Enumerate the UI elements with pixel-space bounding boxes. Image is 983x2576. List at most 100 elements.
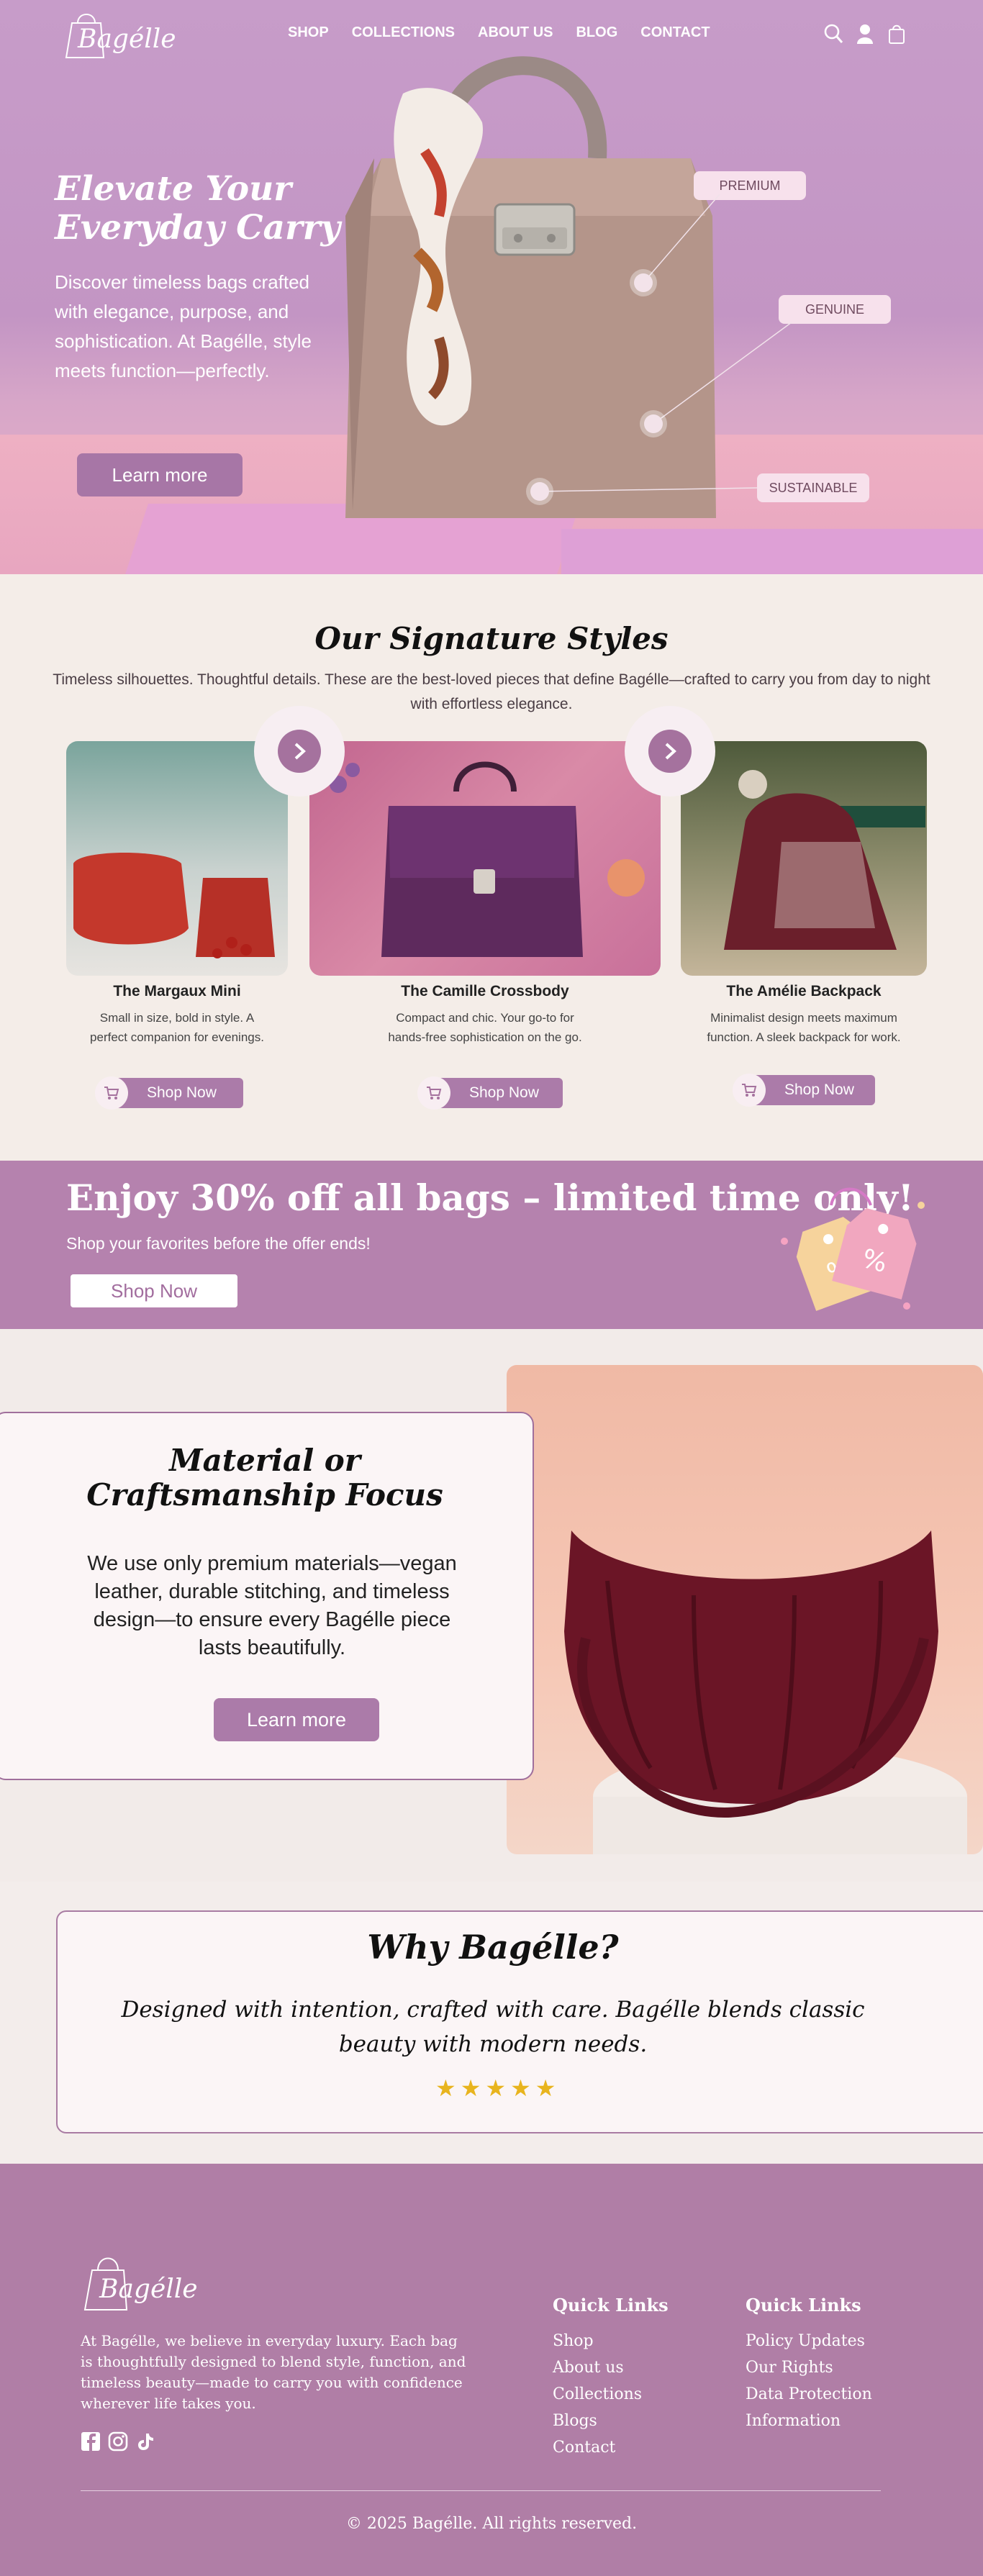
tiktok-icon[interactable] <box>135 2431 155 2452</box>
footer-link-collections[interactable]: Collections <box>553 2381 642 2408</box>
material-section: Material or Craftsmanship Focus We use o… <box>0 1329 983 1882</box>
promo-shop-now-button[interactable]: Shop Now <box>71 1274 237 1307</box>
product-name-margaux: The Margaux Mini <box>113 983 241 999</box>
footer-col2-title: Quick Links <box>746 2295 861 2316</box>
signature-subtitle: Timeless silhouettes. Thoughtful details… <box>53 671 930 712</box>
product-desc-margaux-line-2: perfect companion for evenings. <box>90 1030 264 1044</box>
product-desc-camille-line-2: hands-free sophistication on the go. <box>388 1030 582 1044</box>
rating-stars: ★ ★ ★ ★ ★ <box>435 2074 556 2102</box>
product-desc-camille: Compact and chic. Your go-to for hands-f… <box>309 1008 661 1047</box>
material-title: Material or Craftsmanship Focus <box>0 1443 535 1513</box>
why-title: Why Bagélle? <box>367 1928 619 1967</box>
star-icon: ★ <box>460 2074 481 2102</box>
shop-now-label: Shop Now <box>784 1081 854 1098</box>
tag-sustainable: SUSTAINABLE <box>757 473 869 502</box>
footer-link-our-rights[interactable]: Our Rights <box>746 2354 872 2381</box>
hero-title-line-1: Elevate Your <box>55 169 292 209</box>
nav-icons <box>823 23 907 45</box>
promo-banner: Enjoy 30% off all bags – limited time on… <box>0 1161 983 1329</box>
product-name-camille: The Camille Crossbody <box>401 983 569 999</box>
nav-link-blog[interactable]: BLOG <box>576 24 617 41</box>
why-text: Designed with intention, crafted with ca… <box>121 1997 865 2057</box>
promo-subtitle: Shop your favorites before the offer end… <box>66 1234 371 1253</box>
footer-link-shop[interactable]: Shop <box>553 2328 642 2354</box>
shop-now-label: Shop Now <box>147 1084 217 1101</box>
hotspot-genuine[interactable] <box>644 414 663 433</box>
footer-link-blogs[interactable]: Blogs <box>553 2408 642 2434</box>
material-card: Material or Craftsmanship Focus We use o… <box>0 1412 534 1780</box>
tag-premium: PREMIUM <box>694 171 806 200</box>
search-icon[interactable] <box>823 23 843 45</box>
cart-icon <box>95 1076 128 1110</box>
page: Bagélle SHOP COLLECTIONS ABOUT US BLOG C… <box>0 0 983 2576</box>
footer-brand-name: Bagélle <box>99 2275 198 2304</box>
product-image-camille[interactable] <box>309 741 661 976</box>
shop-now-label: Shop Now <box>469 1084 539 1101</box>
product-image-amelie[interactable] <box>681 741 927 976</box>
nav-link-contact[interactable]: CONTACT <box>640 24 710 41</box>
footer-col1-links: Shop About us Collections Blogs Contact <box>553 2328 642 2461</box>
material-title-line-1: Material or <box>169 1443 361 1478</box>
why-section: Why Bagélle? Designed with intention, cr… <box>0 1882 983 2164</box>
hotspot-premium[interactable] <box>634 273 653 292</box>
hero-learn-more-button[interactable]: Learn more <box>77 453 243 496</box>
footer-link-data-protection[interactable]: Data Protection <box>746 2381 872 2408</box>
product-desc-margaux: Small in size, bold in style. A perfect … <box>66 1008 288 1047</box>
footer-about-text: At Bagélle, we believe in everyday luxur… <box>81 2332 466 2412</box>
footer-logo[interactable]: Bagélle <box>78 2249 198 2317</box>
star-icon: ★ <box>535 2074 556 2102</box>
product-name-amelie: The Amélie Backpack <box>726 983 882 999</box>
why-card: Why Bagélle? Designed with intention, cr… <box>56 1910 983 2133</box>
product-desc-amelie: Minimalist design meets maximum function… <box>681 1008 927 1047</box>
shop-now-button-camille[interactable]: Shop Now <box>417 1076 563 1110</box>
brand-logo[interactable]: Bagélle <box>56 7 176 65</box>
footer-link-policy-updates[interactable]: Policy Updates <box>746 2328 872 2354</box>
facebook-icon[interactable] <box>81 2431 101 2452</box>
chevron-right-icon <box>648 730 692 773</box>
cart-icon <box>417 1076 450 1110</box>
footer-col2-links: Policy Updates Our Rights Data Protectio… <box>746 2328 872 2434</box>
carousel-next-button-2[interactable] <box>625 706 715 797</box>
shop-now-button-margaux[interactable]: Shop Now <box>95 1076 243 1110</box>
nav-links: SHOP COLLECTIONS ABOUT US BLOG CONTACT <box>288 24 710 41</box>
nav-link-collections[interactable]: COLLECTIONS <box>352 24 455 41</box>
discount-tags-icon: % % <box>781 1187 925 1311</box>
product-desc-camille-line-1: Compact and chic. Your go-to for <box>396 1011 574 1025</box>
footer-col1-title: Quick Links <box>553 2295 669 2316</box>
footer-divider <box>81 2490 881 2491</box>
shop-now-button-amelie[interactable]: Shop Now <box>733 1074 875 1107</box>
brand-name: Bagélle <box>78 24 176 54</box>
product-image-margaux[interactable] <box>66 741 288 976</box>
material-handbag-image <box>507 1365 983 1854</box>
signature-title: Our Signature Styles <box>314 621 669 656</box>
hero-title-line-2: Everyday Carry <box>55 208 340 248</box>
product-desc-margaux-line-1: Small in size, bold in style. A <box>99 1011 255 1025</box>
instagram-icon[interactable] <box>108 2431 128 2452</box>
material-description: We use only premium materials—vegan leat… <box>87 1552 457 1659</box>
hotspot-sustainable[interactable] <box>530 482 549 501</box>
user-icon[interactable] <box>855 23 875 45</box>
nav-link-about-us[interactable]: ABOUT US <box>478 24 553 41</box>
footer-copyright: © 2025 Bagélle. All rights reserved. <box>345 2515 638 2533</box>
material-title-line-2: Craftsmanship Focus <box>86 1477 443 1513</box>
footer-link-about-us[interactable]: About us <box>553 2354 642 2381</box>
star-icon: ★ <box>435 2074 456 2102</box>
carousel-next-button-1[interactable] <box>254 706 345 797</box>
footer-link-information[interactable]: Information <box>746 2408 872 2434</box>
tag-genuine: GENUINE <box>779 295 891 324</box>
bag-icon[interactable] <box>887 23 907 45</box>
cart-icon <box>733 1074 766 1107</box>
chevron-right-icon <box>278 730 321 773</box>
social-links <box>81 2431 155 2452</box>
footer-link-contact[interactable]: Contact <box>553 2434 642 2461</box>
hero-handbag-image <box>345 56 716 518</box>
hero-description: Discover timeless bags crafted with eleg… <box>55 271 312 381</box>
star-icon: ★ <box>510 2074 531 2102</box>
product-desc-amelie-line-2: function. A sleek backpack for work. <box>707 1030 901 1044</box>
product-desc-amelie-line-1: Minimalist design meets maximum <box>710 1011 897 1025</box>
star-icon: ★ <box>485 2074 507 2102</box>
footer: Bagélle At Bagélle, we believe in everyd… <box>0 2164 983 2576</box>
signature-styles-section: Our Signature Styles Timeless silhouette… <box>0 574 983 1161</box>
material-learn-more-button[interactable]: Learn more <box>214 1698 379 1741</box>
nav-link-shop[interactable]: SHOP <box>288 24 329 41</box>
